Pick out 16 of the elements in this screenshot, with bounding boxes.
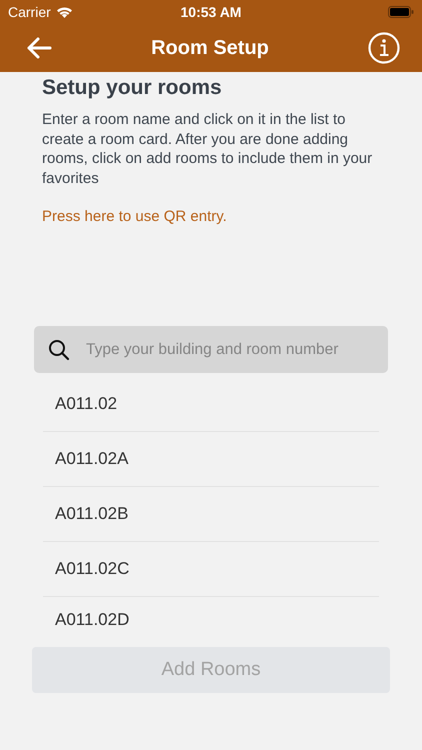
carrier-label: Carrier [8, 4, 51, 20]
battery-icon [388, 6, 414, 18]
room-list-item[interactable]: A011.02B [43, 487, 379, 542]
room-list-item[interactable]: A011.02D [43, 597, 379, 647]
room-list-item[interactable]: A011.02A [43, 432, 379, 487]
search-field[interactable]: Type your building and room number [34, 326, 388, 373]
instructions-text: Enter a room name and click on it in the list to create a room card. After you are done adding rooms, click on add rooms to include them in your favorites [42, 110, 374, 188]
room-list-item[interactable]: A011.02C [43, 542, 379, 597]
screen-title: Room Setup [151, 36, 269, 60]
back-arrow-icon[interactable] [26, 37, 52, 59]
info-icon[interactable] [368, 32, 400, 64]
room-list-item[interactable]: A011.02 [43, 377, 379, 432]
wifi-icon [56, 6, 73, 18]
section-heading: Setup your rooms [42, 76, 223, 100]
qr-entry-link[interactable]: Press here to use QR entry. [42, 208, 227, 225]
clock-time: 10:53 AM [180, 4, 242, 20]
